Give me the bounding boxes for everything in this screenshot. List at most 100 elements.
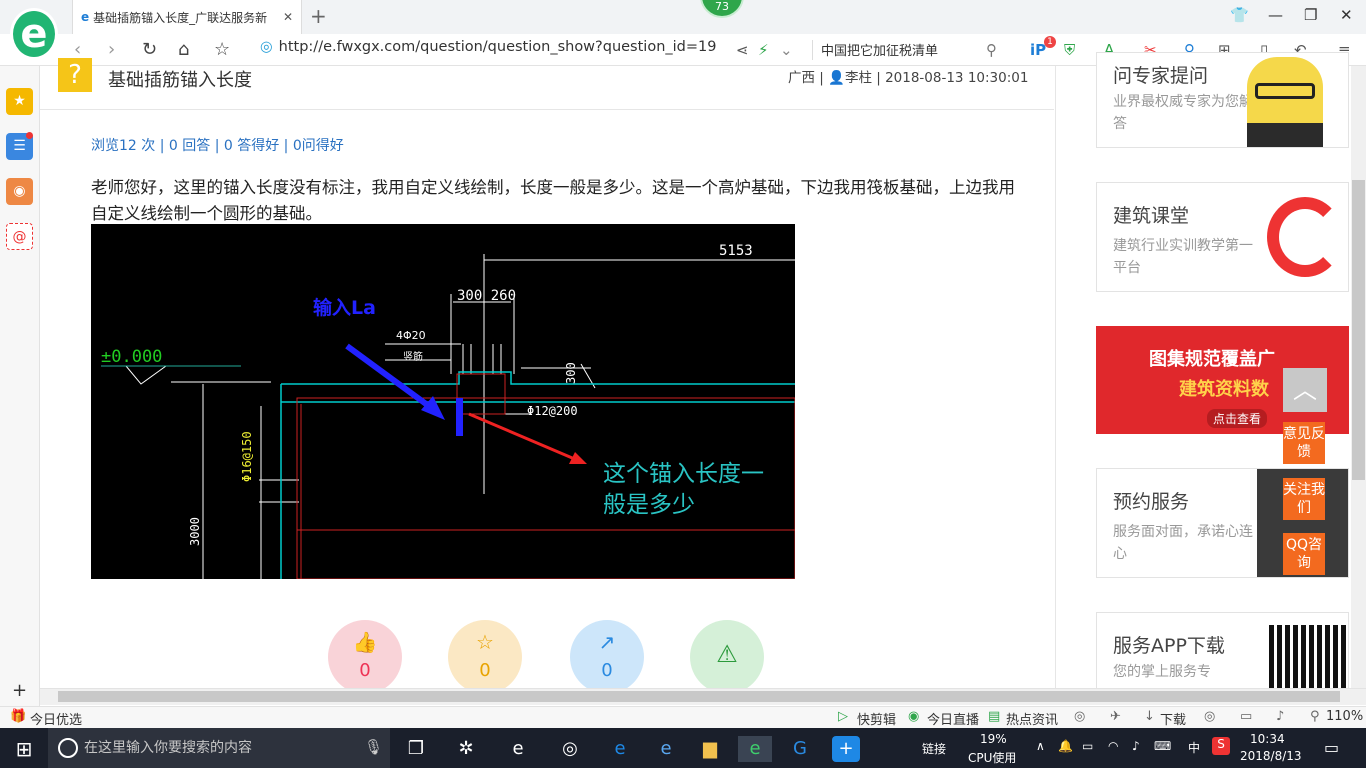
sogou-ime-icon[interactable]: S [1212,737,1230,755]
share-icon[interactable]: ⋖ [736,41,749,59]
clock-time[interactable]: 10:34 [1250,732,1285,746]
download-icon[interactable]: ↓ [1144,709,1155,724]
favorites-star-icon[interactable]: ★ [6,88,33,115]
battery-icon[interactable]: ▭ [1082,739,1093,753]
kuaijianji-icon[interactable]: ▷ [838,709,848,724]
mascot-suit-icon [1247,123,1323,147]
g-app-icon[interactable]: G [786,736,814,762]
today-picks-link[interactable]: 今日优选 [30,709,82,728]
browser-sidebar [0,66,40,706]
cad-column-rect [456,373,506,415]
reload-icon[interactable]: ↻ [142,39,157,60]
windows-start-icon[interactable]: ⊞ [10,736,38,762]
tab-title: 基础插筋锚入长度_广联达服务新 [93,10,268,25]
question-meta: 广西 | 👤李柱 | 2018-08-13 10:30:01 [788,70,1029,86]
question-stats[interactable]: 浏览12 次 | 0 回答 | 0 答得好 | 0问得好 [91,135,344,155]
gift-icon[interactable]: 🎁 [10,709,26,724]
card-app-download[interactable]: 服务APP下载 您的掌上服务专 [1096,612,1349,688]
share-button[interactable]: ↗ 0 [570,620,644,694]
action-center-icon[interactable]: ▭ [1324,738,1339,757]
secure-browser-taskbar-icon[interactable]: e [738,736,772,762]
extension-badge: 1 [1044,36,1056,48]
report-button[interactable]: ⚠ [690,620,764,694]
card-ask-expert[interactable]: 问专家提问 业界最权威专家为您解答 [1096,52,1349,148]
taskbar-link-label[interactable]: 链接 [922,740,946,757]
cad-dim-5153: 5153 [719,243,753,259]
fan-app-icon[interactable]: ✲ [452,736,480,762]
volume-icon[interactable]: ♪ [1276,709,1284,724]
home-icon[interactable]: ⌂ [178,39,189,60]
cleanup-icon[interactable]: ◎ [1204,709,1215,724]
browser-360-icon[interactable]: ◎ [556,736,584,762]
bookmark-star-icon[interactable]: ☆ [214,39,230,60]
banner-line-2: 建筑资料数 [1179,379,1269,400]
card-appointment-title: 预约服务 [1113,491,1190,513]
speed-mode-icon[interactable]: ⚡ [758,41,769,59]
zoom-level[interactable]: 110% [1326,709,1363,724]
restore-icon[interactable]: ❐ [1304,6,1317,24]
url-input[interactable]: ◎ http://e.fwxgx.com/question/question_sh… [260,39,800,61]
star-icon: ☆ [476,630,494,654]
back-to-top-button[interactable]: ︿ [1283,368,1327,412]
card-classroom[interactable]: 建筑课堂 建筑行业实训教学第一平台 [1096,182,1349,292]
pin-icon[interactable]: ✈ [1110,709,1121,724]
sidebar-add-icon[interactable]: + [12,680,27,701]
cad-question-note-1: 这个锚入长度一 [603,461,764,487]
tab-close-icon[interactable]: ✕ [283,10,293,24]
search-input[interactable]: 中国把它加征税清单 [812,40,1012,60]
vertical-scroll-thumb[interactable] [1352,180,1365,480]
taskbar-search-input[interactable]: 在这里输入你要搜索的内容 [48,728,390,768]
window-icon[interactable]: ▭ [1240,709,1252,724]
clock-date[interactable]: 2018/8/13 [1240,749,1302,763]
window-close-icon[interactable]: ✕ [1340,6,1353,24]
cad-input-la-label: 输入La [313,296,376,319]
download-link[interactable]: 下载 [1160,709,1186,728]
email-icon[interactable]: @ [6,223,33,250]
zoom-icon[interactable]: ⚲ [1310,709,1320,724]
feedback-button[interactable]: 意见反馈 [1283,422,1325,464]
ie-taskbar-icon[interactable]: e [504,736,532,762]
qq-consult-button[interactable]: QQ咨询 [1283,533,1325,575]
news-icon[interactable]: ▤ [988,709,1000,724]
wifi-icon[interactable]: ◠ [1108,739,1118,753]
browser-icon[interactable]: ◎ [1074,709,1085,724]
live-link[interactable]: 今日直播 [927,709,979,728]
forward-icon[interactable]: › [108,39,115,60]
horizontal-scroll-thumb[interactable] [58,691,1340,702]
ime-indicator[interactable]: 中 [1188,739,1200,756]
chevron-up-icon[interactable]: ∧ [1036,739,1045,753]
task-view-icon[interactable]: ❐ [402,736,430,762]
site-info-icon[interactable]: ◎ [260,39,273,55]
follow-us-button[interactable]: 关注我们 [1283,478,1325,520]
shirt-skin-icon[interactable]: 👕 [1230,6,1249,24]
cpu-label: CPU使用 [968,751,1017,765]
like-button[interactable]: 👍 0 [328,620,402,694]
cortana-icon[interactable] [58,738,78,758]
edge-icon[interactable]: e [606,736,634,762]
weibo-icon[interactable]: ◉ [6,178,33,205]
cad-drawing-svg: 5153 300 260 4Φ20 竖筋 ±0.000 Φ12@200 Φ16@… [101,243,796,580]
red-dot-badge [26,132,33,139]
tab-favicon-icon: e [81,10,90,24]
speaker-icon[interactable]: ♪ [1132,739,1140,753]
browser-tab[interactable]: e 基础插筋锚入长度_广联达服务新 ✕ [72,0,302,34]
search-icon[interactable]: ⚲ [986,41,997,59]
live-icon[interactable]: ◉ [908,709,919,724]
favorite-button[interactable]: ☆ 0 [448,620,522,694]
kuaijianji-link[interactable]: 快剪辑 [857,709,896,728]
notification-bell-icon[interactable]: 🔔 [1058,739,1073,753]
microphone-icon[interactable]: 🎙 [364,738,383,756]
back-icon[interactable]: ‹ [74,39,81,60]
ie-icon[interactable]: e [652,736,680,762]
news-link[interactable]: 热点资讯 [1006,709,1058,728]
plus-app-icon[interactable]: + [832,736,860,762]
url-dropdown-icon[interactable]: ⌄ [780,41,793,59]
shield-icon[interactable]: ⛨ [1064,41,1075,59]
banner-view-button[interactable]: 点击查看 [1207,409,1268,428]
new-tab-button[interactable]: + [310,4,327,28]
file-explorer-icon[interactable]: ▆ [696,736,724,762]
minimize-icon[interactable]: — [1268,6,1283,24]
classroom-logo-icon [1267,197,1343,277]
keyboard-icon[interactable]: ⌨ [1154,739,1171,753]
browser-logo-icon[interactable]: e [10,8,58,60]
